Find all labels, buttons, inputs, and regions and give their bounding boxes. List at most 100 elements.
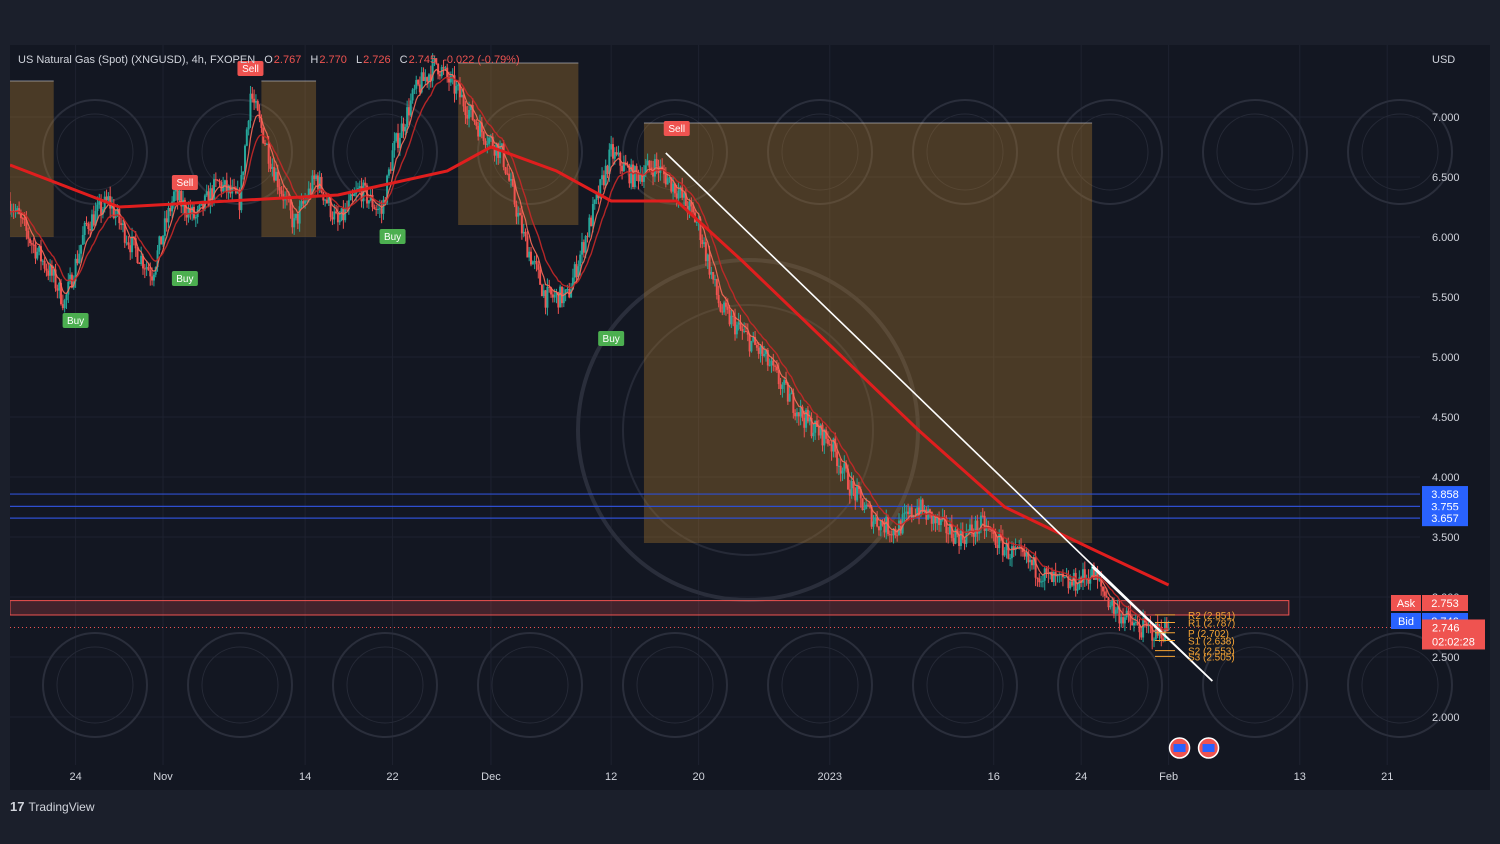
price-chart[interactable]: SellSellSellBuyBuyBuyBuyR2 (2.851)R1 (2.…	[10, 45, 1490, 790]
candle-body	[397, 133, 400, 148]
sell-signal: Sell	[171, 175, 198, 190]
candle-body	[867, 504, 870, 506]
candle-body	[422, 72, 425, 81]
candle-body	[21, 218, 24, 220]
candle-body	[129, 245, 132, 253]
candle-body	[907, 511, 910, 514]
candle-body	[533, 261, 536, 263]
candle-body	[732, 315, 735, 317]
candle-body	[256, 101, 259, 111]
candle-body	[302, 201, 305, 204]
price-badge-value: 2.753	[1431, 598, 1459, 610]
candle-body	[172, 191, 175, 202]
candle-body	[573, 264, 576, 278]
candle-body	[730, 315, 733, 325]
candle-body	[218, 180, 221, 183]
candle-body	[1140, 632, 1143, 638]
candle-body	[1009, 558, 1012, 560]
currency-label[interactable]: USD	[1432, 54, 1455, 66]
candle-body	[340, 208, 343, 221]
candle-body	[460, 94, 463, 98]
watermark-seal	[1216, 113, 1294, 191]
signal-label: Buy	[603, 334, 620, 345]
candle-body	[78, 253, 81, 264]
candle-body	[590, 217, 593, 227]
candle-body	[531, 261, 534, 265]
signal-label: Sell	[668, 124, 685, 135]
candle-body	[280, 190, 283, 194]
candle-body	[646, 160, 649, 166]
candle-body	[899, 520, 902, 534]
candle-body	[726, 306, 729, 310]
candle-body	[1098, 579, 1101, 581]
candle-body	[45, 268, 48, 271]
watermark-seal	[622, 632, 728, 738]
change-value: -0.022 (-0.79%)	[443, 54, 520, 66]
signal-label: Buy	[67, 316, 84, 327]
watermark-seal	[56, 113, 134, 191]
candle-body	[404, 126, 407, 132]
candle-body	[293, 218, 296, 228]
candle-body	[223, 180, 226, 185]
candle-body	[890, 534, 893, 536]
candle-body	[96, 204, 99, 211]
candle-body	[712, 271, 715, 280]
candle-body	[511, 178, 514, 186]
candle-body	[464, 106, 467, 116]
candle-body	[269, 163, 272, 169]
candle-body	[591, 203, 594, 227]
candle-body	[406, 107, 409, 127]
candle-body	[515, 204, 518, 217]
candle-body	[963, 539, 966, 544]
candle-body	[207, 191, 210, 207]
candle-body	[29, 238, 32, 244]
candle-body	[908, 507, 911, 514]
x-tick-label: 20	[692, 771, 704, 783]
candle-body	[952, 538, 955, 544]
candle-body	[828, 443, 831, 445]
candle-body	[524, 231, 527, 237]
candle-body	[438, 74, 441, 77]
candle-body	[187, 208, 190, 218]
x-tick-label: 12	[605, 771, 617, 783]
candle-body	[781, 384, 784, 389]
candle-body	[553, 294, 556, 298]
watermark-seal	[332, 99, 438, 205]
candle-body	[325, 199, 328, 204]
y-tick-label: 2.000	[1432, 712, 1460, 724]
candle-body	[588, 217, 591, 237]
candle-body	[879, 520, 882, 531]
candle-body	[105, 196, 108, 201]
candle-body	[1003, 550, 1006, 556]
candle-body	[575, 264, 578, 278]
candle-body	[621, 165, 624, 172]
candle-body	[27, 230, 30, 239]
candle-body	[387, 169, 390, 176]
candle-body	[755, 344, 758, 348]
candle-body	[353, 193, 356, 196]
resistance-zone	[10, 600, 1290, 616]
candle-body	[324, 199, 327, 201]
candle-body	[411, 89, 414, 101]
candle-body	[331, 217, 334, 220]
candle-body	[393, 140, 396, 151]
candle-body	[276, 171, 279, 188]
candle-body	[83, 222, 86, 236]
candle-body	[817, 426, 820, 436]
candle-body	[604, 165, 607, 186]
y-tick-label: 4.500	[1432, 412, 1460, 424]
candle-body	[522, 231, 525, 234]
candle-body	[249, 93, 252, 121]
candle-body	[735, 324, 738, 335]
tradingview-brand[interactable]: 17 TradingView	[10, 799, 95, 814]
candle-body	[675, 193, 678, 199]
chart-panel[interactable]: Sell Sell Sell Buy Buy Buy Buy R2 (2.851) R1 (2.…	[10, 45, 1490, 790]
candle-body	[1103, 591, 1106, 596]
candle-body	[830, 444, 833, 452]
candle-body	[520, 215, 523, 234]
candle-body	[271, 167, 274, 169]
candle-body	[837, 465, 840, 467]
candle-body	[407, 107, 410, 116]
y-tick-label: 4.000	[1432, 472, 1460, 484]
candle-body	[1041, 580, 1044, 582]
